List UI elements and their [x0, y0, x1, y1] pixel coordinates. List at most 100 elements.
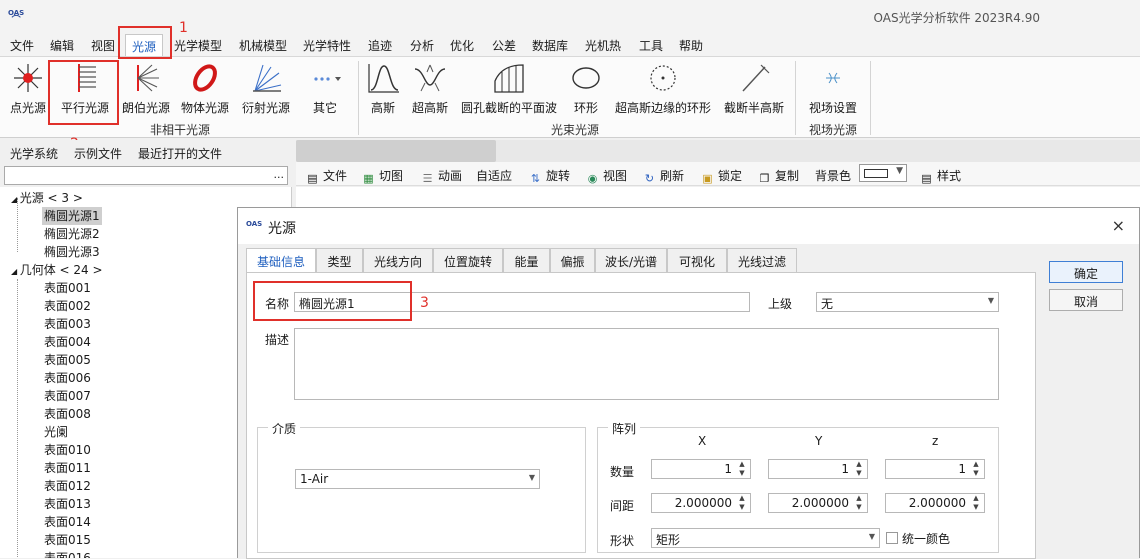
- style-button[interactable]: ▤ 样式: [920, 167, 961, 185]
- tab-visualization[interactable]: 可视化: [667, 248, 727, 272]
- tab-optical-system[interactable]: 光学系统: [10, 145, 58, 162]
- animation-button[interactable]: ☰ 动画: [421, 167, 462, 185]
- spacing-z-stepper[interactable]: 2.000000 ▲ ▼: [885, 493, 985, 513]
- medium-select-value: 1-Air: [300, 472, 329, 486]
- spacing-y-stepper[interactable]: 2.000000 ▲ ▼: [768, 493, 868, 513]
- gaussian-button[interactable]: 高斯: [364, 57, 402, 119]
- menu-edit[interactable]: 编辑: [50, 37, 74, 54]
- count-x-stepper[interactable]: 1 ▲ ▼: [651, 459, 751, 479]
- diffraction-source-button[interactable]: 衍射光源: [238, 57, 294, 119]
- tree-node-surface[interactable]: 表面008: [44, 405, 91, 423]
- menu-view[interactable]: 视图: [91, 37, 115, 54]
- spin-arrows-icon[interactable]: ▲ ▼: [853, 494, 865, 512]
- tree-node-stop[interactable]: 光阑: [44, 423, 68, 441]
- tree-node-surface[interactable]: 表面007: [44, 387, 91, 405]
- menu-tolerance[interactable]: 公差: [492, 37, 516, 54]
- medium-select[interactable]: 1-Air ▼: [295, 469, 540, 489]
- super-gaussian-button[interactable]: 超高斯: [408, 57, 452, 119]
- menu-help[interactable]: 帮助: [679, 37, 703, 54]
- tab-ray-filter[interactable]: 光线过滤: [727, 248, 797, 272]
- menu-optimize[interactable]: 优化: [450, 37, 474, 54]
- count-y-stepper[interactable]: 1 ▲ ▼: [768, 459, 868, 479]
- spacing-x-stepper[interactable]: 2.000000 ▲ ▼: [651, 493, 751, 513]
- tree-node-surface[interactable]: 表面015: [44, 531, 91, 549]
- tree-node-surface[interactable]: 表面014: [44, 513, 91, 531]
- super-gaussian-ring-button[interactable]: 超高斯边缘的环形: [612, 57, 714, 119]
- tree-node-surface[interactable]: 表面006: [44, 369, 91, 387]
- count-z-stepper[interactable]: 1 ▲ ▼: [885, 459, 985, 479]
- rotate-button[interactable]: ⇅ 旋转: [529, 167, 570, 185]
- tab-polarization[interactable]: 偏振: [550, 248, 595, 272]
- cancel-button[interactable]: 取消: [1049, 289, 1123, 311]
- tree-node-light-sources[interactable]: ◢ 光源 < 3 >: [11, 189, 83, 207]
- tab-energy[interactable]: 能量: [503, 248, 550, 272]
- shape-select[interactable]: 矩形 ▼: [651, 528, 880, 548]
- tree-node-surface[interactable]: 表面002: [44, 297, 91, 315]
- view-toolbar: ▤ 文件 ▦ 切图 ☰ 动画 自适应 ⇅ 旋转 ◉ 视图 ↻ 刷新 ▣ 锁定 ❐ 复制 背景色 …: [296, 162, 1140, 186]
- tab-example-files[interactable]: 示例文件: [74, 145, 122, 162]
- ring-button[interactable]: 环形: [566, 57, 606, 119]
- view-button[interactable]: ◉ 视图: [586, 167, 627, 185]
- spin-arrows-icon[interactable]: ▲ ▼: [736, 460, 748, 478]
- tree-search-input[interactable]: ...: [4, 166, 288, 185]
- spacing-x-value: 2.000000: [674, 496, 732, 510]
- tab-ray-direction[interactable]: 光线方向: [363, 248, 433, 272]
- tree-node-surface[interactable]: 表面003: [44, 315, 91, 333]
- tree-node-ellipse-source-1[interactable]: 椭圆光源1: [42, 207, 102, 225]
- menu-trace[interactable]: 追迹: [368, 37, 392, 54]
- menu-analysis[interactable]: 分析: [410, 37, 434, 54]
- tab-position-rotation[interactable]: 位置旋转: [433, 248, 503, 272]
- tree-node-surface[interactable]: 表面010: [44, 441, 91, 459]
- parent-select[interactable]: 无 ▼: [816, 292, 999, 312]
- background-color-picker[interactable]: ▼: [859, 164, 907, 182]
- spin-arrows-icon[interactable]: ▲ ▼: [970, 494, 982, 512]
- auto-fit-button[interactable]: 自适应: [476, 167, 512, 184]
- close-icon[interactable]: ×: [1112, 216, 1125, 235]
- cut-view-button[interactable]: ▦ 切图: [362, 167, 403, 185]
- copy-label: 复制: [775, 169, 800, 183]
- menu-optomechanical-thermal[interactable]: 光机热: [585, 37, 621, 54]
- spin-arrows-icon[interactable]: ▲ ▼: [736, 494, 748, 512]
- gaussian-label: 高斯: [370, 101, 395, 115]
- menu-tools[interactable]: 工具: [639, 37, 663, 54]
- lock-button[interactable]: ▣ 锁定: [701, 167, 742, 185]
- ok-button[interactable]: 确定: [1049, 261, 1123, 283]
- tree-node-surface[interactable]: 表面004: [44, 333, 91, 351]
- other-button[interactable]: 其它: [302, 57, 348, 119]
- point-source-button[interactable]: 点光源: [4, 57, 52, 119]
- lambert-source-button[interactable]: 朗伯光源: [118, 57, 174, 119]
- file-button[interactable]: ▤ 文件: [306, 167, 347, 185]
- annotation-box-3: [253, 281, 412, 321]
- tab-wavelength[interactable]: 波长/光谱: [595, 248, 667, 272]
- tree-search-button[interactable]: ...: [274, 168, 285, 181]
- tree-node-surface[interactable]: 表面001: [44, 279, 91, 297]
- object-source-icon: [193, 64, 217, 92]
- tree-node-geometry[interactable]: ◢ 几何体 < 24 >: [11, 261, 103, 279]
- tree-node-surface[interactable]: 表面012: [44, 477, 91, 495]
- tree-node-ellipse-source-2[interactable]: 椭圆光源2: [44, 225, 100, 243]
- document-tab[interactable]: [296, 140, 496, 162]
- description-field[interactable]: [294, 328, 999, 400]
- copy-button[interactable]: ❐ 复制: [758, 167, 799, 185]
- tree-node-ellipse-source-3[interactable]: 椭圆光源3: [44, 243, 100, 261]
- uniform-color-checkbox[interactable]: [886, 532, 898, 544]
- tab-recent-files[interactable]: 最近打开的文件: [138, 145, 222, 162]
- menu-file[interactable]: 文件: [10, 37, 34, 54]
- refresh-button[interactable]: ↻ 刷新: [643, 167, 684, 185]
- truncated-half-gaussian-button[interactable]: 截断半高斯: [720, 57, 788, 119]
- tree-node-surface[interactable]: 表面011: [44, 459, 91, 477]
- tree-node-surface[interactable]: 表面005: [44, 351, 91, 369]
- tab-basic-info[interactable]: 基础信息: [246, 248, 316, 273]
- field-settings-button[interactable]: 视场设置: [804, 57, 862, 119]
- menu-optical-properties[interactable]: 光学特性: [303, 37, 351, 54]
- truncated-plane-wave-button[interactable]: 圆孔截断的平面波: [458, 57, 560, 119]
- menu-database[interactable]: 数据库: [532, 37, 568, 54]
- spin-arrows-icon[interactable]: ▲ ▼: [853, 460, 865, 478]
- spin-arrows-icon[interactable]: ▲ ▼: [970, 460, 982, 478]
- tree-node-surface[interactable]: 表面016: [44, 549, 91, 558]
- tab-type[interactable]: 类型: [316, 248, 363, 272]
- menu-optical-model[interactable]: 光学模型: [174, 37, 222, 54]
- tree-node-surface[interactable]: 表面013: [44, 495, 91, 513]
- object-source-button[interactable]: 物体光源: [178, 57, 232, 119]
- menu-mechanical-model[interactable]: 机械模型: [239, 37, 287, 54]
